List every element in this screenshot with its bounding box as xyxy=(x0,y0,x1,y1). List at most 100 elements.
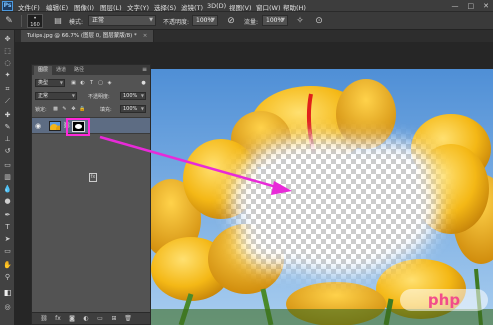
blend-row: 正常 ▼ 不透明度: 100% ▼ xyxy=(32,91,150,101)
filter-type-icon[interactable]: T xyxy=(88,79,95,87)
link-layers-icon[interactable]: ⛓ xyxy=(40,315,48,323)
brush-preset-icon[interactable]: ✎ xyxy=(3,15,15,27)
hand-tool-icon[interactable]: ✋ xyxy=(2,260,13,270)
photoshop-logo: Ps xyxy=(2,1,13,11)
flow-field[interactable]: 100% ▼ xyxy=(262,15,288,26)
menu-bar: Ps 文件(F) 编辑(E) 图像(I) 图层(L) 文字(Y) 选择(S) 滤… xyxy=(0,0,493,12)
lock-transparency-icon[interactable]: ▩ xyxy=(52,105,59,113)
mask-highlight-annotation xyxy=(66,118,90,136)
move-tool-icon[interactable]: ✥ xyxy=(2,34,13,44)
menu-view[interactable]: 视图(V) xyxy=(229,2,252,12)
menu-filter[interactable]: 滤镜(T) xyxy=(181,2,203,12)
brush-size-picker[interactable]: • 160 xyxy=(27,14,43,28)
fill-label: 填充: xyxy=(100,107,112,113)
add-mask-icon[interactable]: ◙ xyxy=(68,315,76,323)
minimize-icon[interactable]: — xyxy=(452,2,459,10)
menu-file[interactable]: 文件(F) xyxy=(18,2,40,12)
layers-panel-footer: ⛓ fx ◙ ◐ ▭ ⊞ 🗑 xyxy=(32,312,150,324)
quick-select-tool-icon[interactable]: ✦ xyxy=(2,70,13,80)
tulip-photo-canvas[interactable] xyxy=(151,69,493,325)
layer-style-icon[interactable]: fx xyxy=(89,173,97,182)
window-controls: — □ ✕ xyxy=(452,2,490,10)
gradient-tool-icon[interactable]: ▥ xyxy=(2,172,13,182)
menu-image[interactable]: 图像(I) xyxy=(74,2,94,12)
eraser-tool-icon[interactable]: ▭ xyxy=(2,160,13,170)
menu-3d[interactable]: 3D(D) xyxy=(207,2,226,10)
default-colors-icon[interactable]: ◧ xyxy=(2,288,13,298)
menu-window[interactable]: 窗口(W) xyxy=(256,2,281,12)
pen-tool-icon[interactable]: ✒ xyxy=(2,210,13,220)
blur-tool-icon[interactable]: 💧 xyxy=(2,184,13,194)
filter-shape-icon[interactable]: ▢ xyxy=(97,79,104,87)
crop-tool-icon[interactable]: ⌗ xyxy=(2,84,13,94)
chevron-down-icon: ▼ xyxy=(71,93,75,98)
brush-tool-icon[interactable]: ✎ xyxy=(2,122,13,132)
divider xyxy=(21,15,22,27)
adjustment-layer-icon[interactable]: ◐ xyxy=(82,315,90,323)
history-brush-tool-icon[interactable]: ↺ xyxy=(2,146,13,156)
trash-icon[interactable]: 🗑 xyxy=(124,315,132,323)
tab-channels[interactable]: 通道 xyxy=(52,66,70,75)
menu-type[interactable]: 文字(Y) xyxy=(127,2,149,12)
fill-field[interactable]: 100% ▼ xyxy=(120,105,146,113)
new-layer-icon[interactable]: ⊞ xyxy=(110,315,118,323)
mode-select[interactable]: 正常 ▼ xyxy=(88,15,156,26)
layers-panel: 图层 通道 路径 ≡ 类型 ▼ ▣ ◐ T ▢ ◈ ● 正常 ▼ 不透明度: 1… xyxy=(31,64,151,325)
airbrush-icon[interactable]: ✧ xyxy=(294,15,306,27)
type-tool-icon[interactable]: T xyxy=(2,222,13,232)
lock-all-icon[interactable]: 🔒 xyxy=(79,105,86,113)
filter-adjustment-icon[interactable]: ◐ xyxy=(79,79,86,87)
tab-layers[interactable]: 图层 xyxy=(34,66,53,75)
pressure-size-icon[interactable]: ⊙ xyxy=(313,15,325,27)
lock-label: 锁定: xyxy=(35,107,47,113)
layer-opacity-field[interactable]: 100% ▼ xyxy=(120,92,146,100)
lock-position-icon[interactable]: ✥ xyxy=(70,105,77,113)
filter-kind-value: 类型 xyxy=(38,80,49,86)
close-icon[interactable]: × xyxy=(143,33,148,39)
lasso-tool-icon[interactable]: ◌ xyxy=(2,58,13,68)
mode-label: 模式: xyxy=(69,19,84,26)
chevron-down-icon: ▼ xyxy=(140,106,144,111)
opacity-field[interactable]: 100% ▼ xyxy=(192,15,218,26)
mode-value: 正常 xyxy=(92,17,105,24)
panel-menu-icon[interactable]: ≡ xyxy=(142,65,147,75)
filter-smart-icon[interactable]: ◈ xyxy=(106,79,113,87)
path-select-tool-icon[interactable]: ➤ xyxy=(2,234,13,244)
layer-opacity-value: 100% xyxy=(123,93,138,99)
quick-mask-icon[interactable]: ◎ xyxy=(2,302,13,312)
healing-brush-tool-icon[interactable]: ✚ xyxy=(2,110,13,120)
zoom-tool-icon[interactable]: ⚲ xyxy=(2,272,13,282)
opacity-label: 不透明度: xyxy=(88,94,110,100)
tab-paths[interactable]: 路径 xyxy=(70,66,88,75)
filter-kind-select[interactable]: 类型 ▼ xyxy=(35,79,65,87)
panel-tab-bar: 图层 通道 路径 ≡ xyxy=(32,65,150,75)
layer-thumbnail-image xyxy=(50,122,60,130)
clone-stamp-tool-icon[interactable]: ⊥ xyxy=(2,134,13,144)
filter-toggle-icon[interactable]: ● xyxy=(140,79,147,87)
menu-layer[interactable]: 图层(L) xyxy=(100,2,122,12)
fx-icon[interactable]: fx xyxy=(54,315,62,323)
brush-panel-icon[interactable]: ▤ xyxy=(52,15,64,27)
dodge-tool-icon[interactable]: ● xyxy=(2,196,13,206)
pressure-opacity-icon[interactable]: ⊘ xyxy=(225,15,237,27)
eye-icon[interactable]: ◉ xyxy=(35,122,43,130)
layer-row[interactable]: ◉ ⛓ fx xyxy=(32,117,150,182)
eyedropper-tool-icon[interactable]: ⟋ xyxy=(2,96,13,106)
layer-filter-row: 类型 ▼ ▣ ◐ T ▢ ◈ ● xyxy=(32,78,150,88)
filter-pixel-icon[interactable]: ▣ xyxy=(70,79,77,87)
blend-mode-select[interactable]: 正常 ▼ xyxy=(35,92,77,100)
lock-pixels-icon[interactable]: ✎ xyxy=(61,105,68,113)
menu-edit[interactable]: 编辑(E) xyxy=(46,2,68,12)
blend-mode-value: 正常 xyxy=(38,93,49,99)
restore-icon[interactable]: □ xyxy=(468,2,475,10)
menu-help[interactable]: 帮助(H) xyxy=(283,2,306,12)
document-tab[interactable]: Tulips.jpg @ 66.7% (图层 0, 图层蒙版/8) * × xyxy=(21,30,155,42)
close-icon[interactable]: ✕ xyxy=(483,2,489,10)
flow-label: 流量: xyxy=(244,19,259,26)
shape-tool-icon[interactable]: ▭ xyxy=(2,246,13,256)
new-group-icon[interactable]: ▭ xyxy=(96,315,104,323)
menu-select[interactable]: 选择(S) xyxy=(154,2,176,12)
marquee-tool-icon[interactable]: ⬚ xyxy=(2,46,13,56)
layer-thumbnail xyxy=(49,121,61,131)
chevron-down-icon: ▼ xyxy=(211,17,215,23)
